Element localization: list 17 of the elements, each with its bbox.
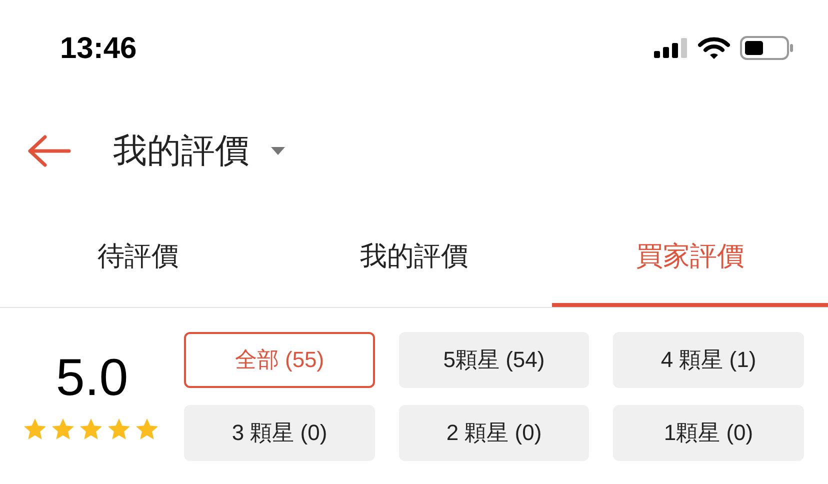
filter-chip[interactable]: 5顆星 (54) [399, 332, 589, 388]
filter-chip[interactable]: 全部 (55) [184, 332, 375, 388]
filter-chip[interactable]: 4 顆星 (1) [613, 332, 804, 388]
page-title[interactable]: 我的評價 [113, 128, 249, 174]
dropdown-caret-icon[interactable] [271, 147, 285, 155]
tab[interactable]: 待評價 [0, 204, 276, 307]
battery-icon [740, 36, 794, 60]
back-arrow-icon[interactable] [27, 134, 71, 168]
tab[interactable]: 買家評價 [552, 204, 828, 307]
average-score: 5.0 [56, 348, 128, 408]
tab[interactable]: 我的評價 [276, 204, 552, 307]
signal-icon [654, 38, 688, 58]
filter-chip[interactable]: 3 顆星 (0) [184, 405, 375, 461]
wifi-icon [698, 36, 730, 60]
filter-chip[interactable]: 1顆星 (0) [613, 405, 804, 461]
status-time: 13:46 [60, 32, 137, 66]
filter-chip[interactable]: 2 顆星 (0) [399, 405, 589, 461]
